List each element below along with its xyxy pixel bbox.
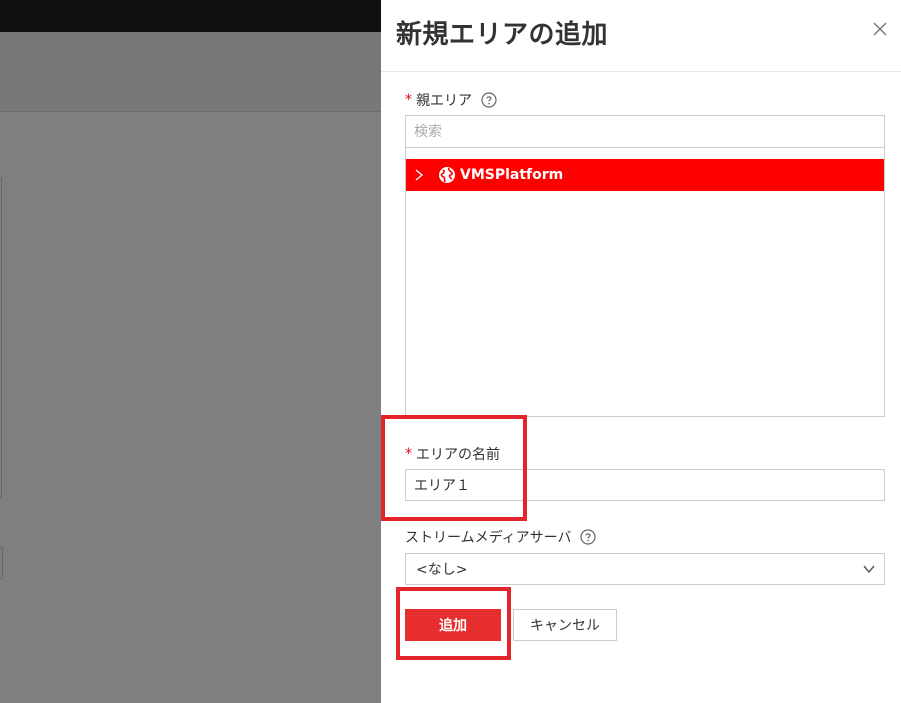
parent-area-tree: VMSPlatform: [405, 115, 885, 417]
tree-search-input[interactable]: [406, 116, 884, 148]
highlight-area-name: [381, 415, 527, 521]
globe-icon: [439, 167, 455, 183]
cancel-button[interactable]: キャンセル: [513, 609, 617, 641]
tree-node-label: VMSPlatform: [460, 167, 564, 183]
area-name-label-text: エリアの名前: [416, 447, 500, 463]
stream-media-server-label-text: ストリームメディアサーバ: [405, 530, 572, 546]
drawer-title: 新規エリアの追加: [396, 20, 609, 50]
area-name-input[interactable]: [405, 469, 885, 501]
add-area-drawer: 新規エリアの追加 * 親エリア VMSPlatform: [381, 0, 901, 703]
required-mark: *: [405, 92, 412, 108]
chevron-down-icon: [863, 565, 875, 574]
tree-node-vmsplatform[interactable]: VMSPlatform: [406, 159, 884, 191]
area-name-label: * エリアの名前: [405, 444, 500, 464]
help-icon[interactable]: [580, 529, 597, 545]
required-mark: *: [405, 446, 412, 462]
close-button[interactable]: [869, 18, 891, 40]
select-value: <なし>: [416, 562, 468, 578]
parent-area-label-text: 親エリア: [416, 93, 472, 109]
close-icon: [873, 22, 887, 36]
help-icon[interactable]: [481, 92, 497, 108]
stream-media-server-select[interactable]: <なし>: [405, 553, 885, 585]
drawer-header: 新規エリアの追加: [381, 0, 901, 72]
parent-area-label: * 親エリア: [405, 90, 497, 110]
add-button[interactable]: 追加: [405, 609, 501, 641]
chevron-right-icon[interactable]: [412, 168, 426, 182]
stream-media-server-label: ストリームメディアサーバ: [405, 527, 597, 547]
